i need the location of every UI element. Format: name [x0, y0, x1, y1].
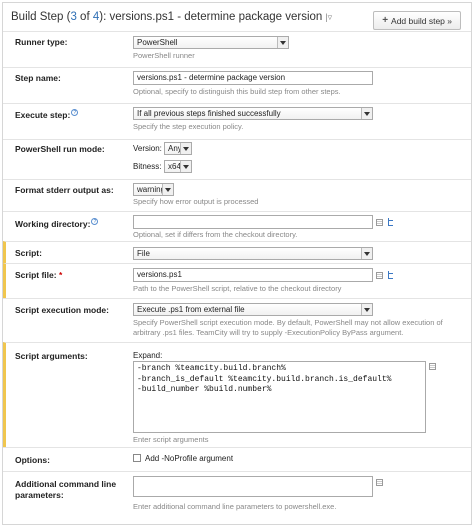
script-label: Script:	[15, 248, 42, 258]
step-name-row: Step name: versions.ps1 - determine pack…	[3, 67, 471, 103]
additional-params-label-1: Additional command line	[15, 479, 117, 489]
execute-step-label-text: Execute step:	[15, 109, 71, 120]
exec-mode-note-1: Specify PowerShell script execution mode…	[133, 318, 443, 327]
stderr-label: Format stderr output as:	[15, 185, 114, 195]
runner-type-note: PowerShell runner	[133, 51, 195, 60]
bitness-value: x64	[168, 162, 181, 171]
options-row: Options: Add -NoProfile argument	[3, 447, 471, 471]
script-args-label: Script arguments:	[15, 351, 88, 361]
parameters-icon[interactable]	[429, 363, 436, 370]
bitness-select[interactable]: x64	[164, 160, 192, 173]
build-step-panel: Build Step (3 of 4): versions.ps1 - dete…	[2, 2, 472, 525]
script-row: Script: File	[3, 241, 471, 263]
runner-type-row: Runner type: PowerShell PowerShell runne…	[3, 31, 471, 67]
exec-mode-label: Script execution mode:	[15, 305, 109, 315]
noprofile-label[interactable]: Add -NoProfile argument	[145, 454, 233, 463]
script-select[interactable]: File	[133, 247, 373, 260]
plus-icon: +	[382, 15, 389, 26]
script-file-label: Script file: *	[15, 270, 62, 281]
chevron-down-icon	[180, 161, 191, 172]
runner-type-label: Runner type:	[15, 37, 68, 47]
page-title: Build Step (3 of 4): versions.ps1 - dete…	[11, 11, 332, 23]
additional-params-note: Enter additional command line parameters…	[133, 502, 337, 511]
version-select[interactable]: Any	[164, 142, 192, 155]
script-value: File	[137, 249, 150, 258]
additional-params-label-2: parameters:	[15, 490, 64, 500]
add-build-step-label: Add build step »	[391, 15, 452, 26]
step-name-input[interactable]: versions.ps1 - determine package version	[133, 71, 373, 85]
chevron-down-icon	[162, 184, 173, 195]
script-file-tools	[376, 271, 394, 279]
tree-browse-icon[interactable]	[387, 218, 394, 226]
required-mark: *	[58, 270, 63, 280]
parameters-icon[interactable]	[376, 218, 383, 226]
chevron-down-icon	[180, 143, 191, 154]
parameters-icon[interactable]	[376, 479, 383, 486]
bitness-label: Bitness:	[133, 162, 162, 171]
execute-step-row: Execute step:? If all previous steps fin…	[3, 103, 471, 139]
chevron-down-icon	[361, 248, 372, 259]
expand-label[interactable]: Expand:	[133, 351, 162, 360]
runner-type-select[interactable]: PowerShell	[133, 36, 289, 49]
step-dropdown-icon[interactable]: |▿	[325, 12, 332, 22]
title-suffix: ): versions.ps1 - determine package vers…	[99, 11, 323, 23]
working-dir-note: Optional, set if differs from the checko…	[133, 230, 298, 239]
run-mode-row: PowerShell run mode: Version: Any Bitnes…	[3, 139, 471, 179]
execute-step-select[interactable]: If all previous steps finished successfu…	[133, 107, 373, 120]
stderr-value: warning	[137, 185, 166, 194]
step-name-note: Optional, specify to distinguish this bu…	[133, 87, 341, 96]
working-dir-label: Working directory:?	[15, 218, 99, 230]
parameters-icon[interactable]	[376, 271, 383, 279]
working-dir-row: Working directory:? Optional, set if dif…	[3, 211, 471, 241]
chevron-down-icon	[361, 108, 372, 119]
step-name-label: Step name:	[15, 73, 61, 83]
title-prefix: Build Step (	[11, 11, 71, 23]
help-icon[interactable]: ?	[71, 109, 79, 116]
panel-header: Build Step (3 of 4): versions.ps1 - dete…	[3, 3, 471, 31]
exec-mode-note-2: arbitrary .ps1 files. TeamCity will try …	[133, 328, 404, 337]
stderr-select[interactable]: warning	[133, 183, 174, 196]
stderr-row: Format stderr output as: warning Specify…	[3, 179, 471, 211]
execute-step-label: Execute step:?	[15, 109, 79, 121]
script-args-row: Script arguments: Expand: -branch %teamc…	[3, 342, 471, 447]
execute-step-value: If all previous steps finished successfu…	[137, 109, 281, 118]
add-build-step-button[interactable]: + Add build step »	[373, 11, 461, 30]
additional-params-tools	[376, 479, 383, 486]
version-label: Version:	[133, 144, 162, 153]
exec-mode-select[interactable]: Execute .ps1 from external file	[133, 303, 373, 316]
additional-params-textarea[interactable]	[133, 476, 373, 497]
runner-type-value: PowerShell	[137, 38, 178, 47]
options-label: Options:	[15, 455, 50, 465]
additional-params-row: Additional command line parameters: Ente…	[3, 471, 471, 524]
noprofile-checkbox[interactable]	[133, 454, 141, 462]
exec-mode-value: Execute .ps1 from external file	[137, 305, 245, 314]
working-dir-input[interactable]	[133, 215, 373, 229]
script-file-note: Path to the PowerShell script, relative …	[133, 284, 342, 293]
script-file-label-text: Script file:	[15, 270, 57, 280]
run-mode-label: PowerShell run mode:	[15, 144, 105, 154]
working-dir-label-text: Working directory:	[15, 218, 91, 229]
chevron-down-icon	[361, 304, 372, 315]
script-file-input[interactable]: versions.ps1	[133, 268, 373, 282]
script-args-tools	[429, 363, 436, 370]
execute-step-note: Specify the step execution policy.	[133, 122, 244, 131]
script-args-textarea[interactable]: -branch %teamcity.build.branch% -branch_…	[133, 361, 426, 433]
script-file-row: Script file: * versions.ps1 Path to the …	[3, 263, 471, 298]
chevron-down-icon	[277, 37, 288, 48]
title-of: of	[76, 11, 93, 23]
help-icon[interactable]: ?	[91, 218, 99, 225]
tree-browse-icon[interactable]	[387, 271, 394, 279]
working-dir-tools	[376, 218, 394, 226]
stderr-note: Specify how error output is processed	[133, 197, 259, 206]
exec-mode-row: Script execution mode: Execute .ps1 from…	[3, 298, 471, 340]
script-args-note: Enter script arguments	[133, 435, 209, 444]
